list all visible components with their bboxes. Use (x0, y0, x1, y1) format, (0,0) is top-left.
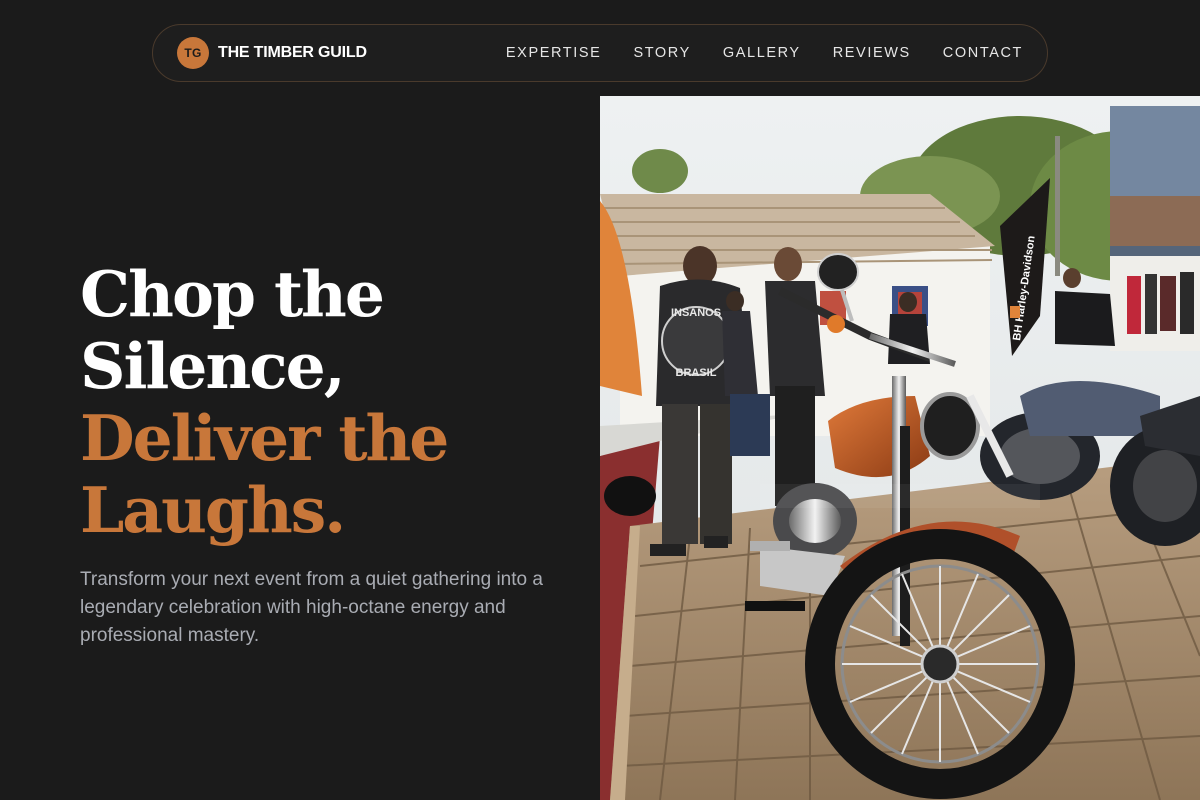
nav-link-story[interactable]: STORY (633, 45, 690, 61)
nav-link-contact[interactable]: CONTACT (943, 45, 1023, 61)
brand-name: THE TIMBER GUILD (218, 44, 367, 61)
nav-menu: EXPERTISE STORY GALLERY REVIEWS CONTACT (506, 45, 1023, 61)
headline-line-4: Laughs. (80, 473, 346, 547)
hero-headline: Chop the Silence, Deliver the Laughs. (80, 257, 449, 547)
nav-link-expertise[interactable]: EXPERTISE (506, 45, 602, 61)
brand-monogram: TG (177, 37, 209, 69)
brand-logo[interactable]: TG THE TIMBER GUILD (177, 37, 367, 69)
merch-rack (1127, 272, 1194, 334)
hero-subtitle: Transform your next event from a quiet g… (80, 569, 543, 646)
vest-text-top: INSANOS (671, 307, 721, 319)
headline-line-1: Chop the (80, 257, 385, 331)
hero-photo: BH Harley-Davidson INSANOS BRASIL (600, 96, 1200, 800)
vest-text-bottom: BRASIL (676, 367, 717, 379)
page: TG THE TIMBER GUILD EXPERTISE STORY GALL… (0, 0, 1200, 800)
nav-link-gallery[interactable]: GALLERY (723, 45, 801, 61)
top-navbar: TG THE TIMBER GUILD EXPERTISE STORY GALL… (152, 24, 1048, 82)
headline-line-3: Deliver the (80, 401, 449, 475)
headline-line-2: Silence, (80, 329, 346, 403)
nav-link-reviews[interactable]: REVIEWS (833, 45, 911, 61)
